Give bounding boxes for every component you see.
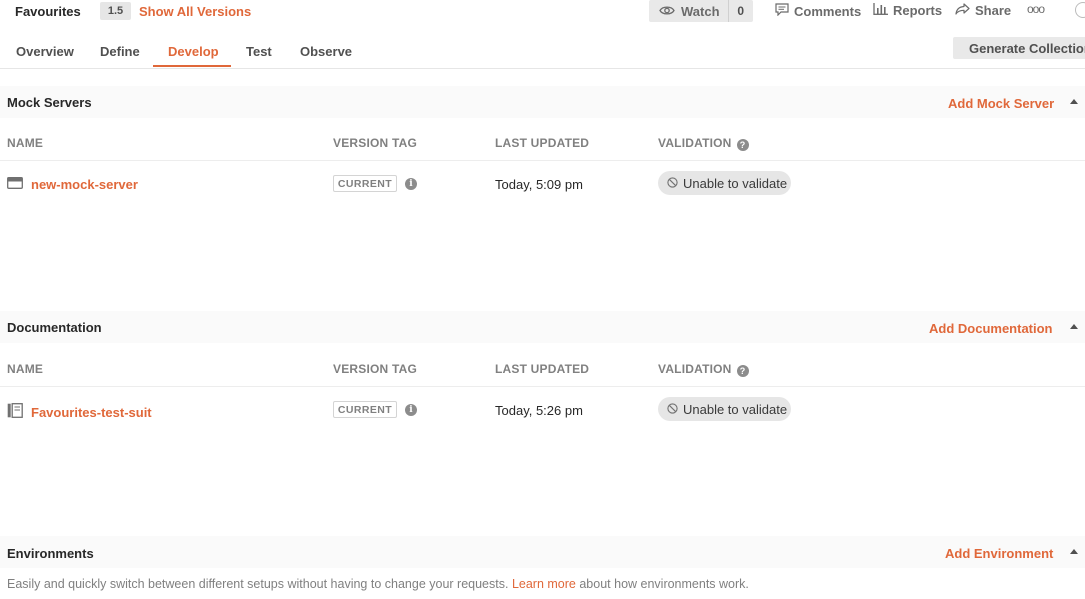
add-mock-server-link[interactable]: Add Mock Server (948, 96, 1054, 111)
help-icon[interactable]: ? (736, 365, 749, 377)
watch-label: Watch (681, 3, 720, 19)
documentation-name: Favourites-test-suit (31, 404, 152, 420)
version-badge: 1.5 (100, 2, 131, 20)
environments-section-header (0, 536, 1085, 568)
documentation-title: Documentation (7, 320, 102, 335)
learn-more-link[interactable]: Learn more (512, 577, 576, 591)
collapse-caret-icon[interactable] (1070, 324, 1078, 329)
tabs-divider (0, 68, 1085, 69)
validation-status-pill[interactable]: Unable to validate (658, 171, 791, 195)
add-environment-link[interactable]: Add Environment (945, 546, 1053, 561)
server-icon (7, 177, 23, 192)
blocked-icon (667, 176, 678, 191)
tab-overview[interactable]: Overview (16, 44, 74, 59)
column-header-name: NAME (7, 362, 44, 376)
comment-icon (775, 3, 789, 19)
documentation-name-link[interactable]: Favourites-test-suit (7, 403, 152, 421)
watch-count: 0 (737, 4, 745, 18)
share-button[interactable]: Share (955, 3, 1011, 18)
validation-header-label: VALIDATION (658, 362, 732, 376)
collapse-caret-icon[interactable] (1070, 549, 1078, 554)
validation-status-text: Unable to validate (683, 175, 788, 191)
watch-button[interactable]: Watch 0 (649, 0, 753, 22)
sync-icon[interactable] (1075, 2, 1085, 18)
environments-description-tail: about how environments work. (579, 577, 749, 591)
mock-servers-title: Mock Servers (7, 95, 92, 110)
comments-label: Comments (794, 3, 862, 19)
documentation-section-header (0, 311, 1085, 343)
last-updated-value: Today, 5:26 pm (495, 403, 583, 418)
share-icon (955, 3, 970, 18)
help-icon[interactable]: ? (736, 139, 749, 151)
column-header-validation: VALIDATION? (658, 136, 749, 151)
last-updated-value: Today, 5:09 pm (495, 177, 583, 192)
reports-button[interactable]: Reports (873, 3, 942, 18)
reports-label: Reports (893, 3, 943, 18)
environments-description-text: Easily and quickly switch between differ… (7, 577, 509, 591)
info-icon[interactable]: i (405, 404, 417, 416)
tab-define[interactable]: Define (100, 44, 140, 59)
collapse-caret-icon[interactable] (1070, 99, 1078, 104)
column-header-last-updated: LAST UPDATED (495, 362, 590, 376)
column-header-version-tag: VERSION TAG (333, 362, 417, 376)
blocked-icon (667, 402, 678, 417)
mock-server-name: new-mock-server (31, 177, 138, 192)
comments-button[interactable]: Comments (775, 3, 861, 19)
column-header-last-updated: LAST UPDATED (495, 136, 590, 150)
bar-chart-icon (873, 3, 888, 18)
add-documentation-link[interactable]: Add Documentation (929, 321, 1053, 336)
validation-status-pill[interactable]: Unable to validate (658, 397, 791, 421)
info-icon[interactable]: i (405, 178, 417, 190)
validation-header-label: VALIDATION (658, 136, 732, 150)
generate-collection-button[interactable]: Generate Collection (953, 37, 1085, 59)
version-tag-badge: CURRENT (333, 175, 397, 192)
column-header-name: NAME (7, 136, 44, 150)
table-header-divider (0, 160, 1085, 161)
environments-description: Easily and quickly switch between differ… (7, 577, 749, 591)
environments-title: Environments (7, 546, 94, 561)
column-header-validation: VALIDATION? (658, 362, 749, 377)
table-header-divider (0, 386, 1085, 387)
document-icon (7, 403, 23, 421)
column-header-version-tag: VERSION TAG (333, 136, 417, 150)
mock-server-name-link[interactable]: new-mock-server (7, 177, 138, 192)
validation-status-text: Unable to validate (683, 401, 788, 417)
eye-icon (659, 4, 675, 19)
tab-test[interactable]: Test (246, 44, 272, 59)
tab-observe[interactable]: Observe (300, 44, 352, 59)
show-all-versions-link[interactable]: Show All Versions (139, 4, 251, 19)
more-options-icon[interactable]: ooo (1027, 2, 1045, 16)
tab-develop[interactable]: Develop (168, 44, 219, 59)
active-tab-indicator (153, 65, 231, 67)
share-label: Share (975, 3, 1012, 18)
api-name: Favourites (15, 4, 81, 19)
version-tag-badge: CURRENT (333, 401, 397, 418)
mock-servers-section-header (0, 86, 1085, 118)
